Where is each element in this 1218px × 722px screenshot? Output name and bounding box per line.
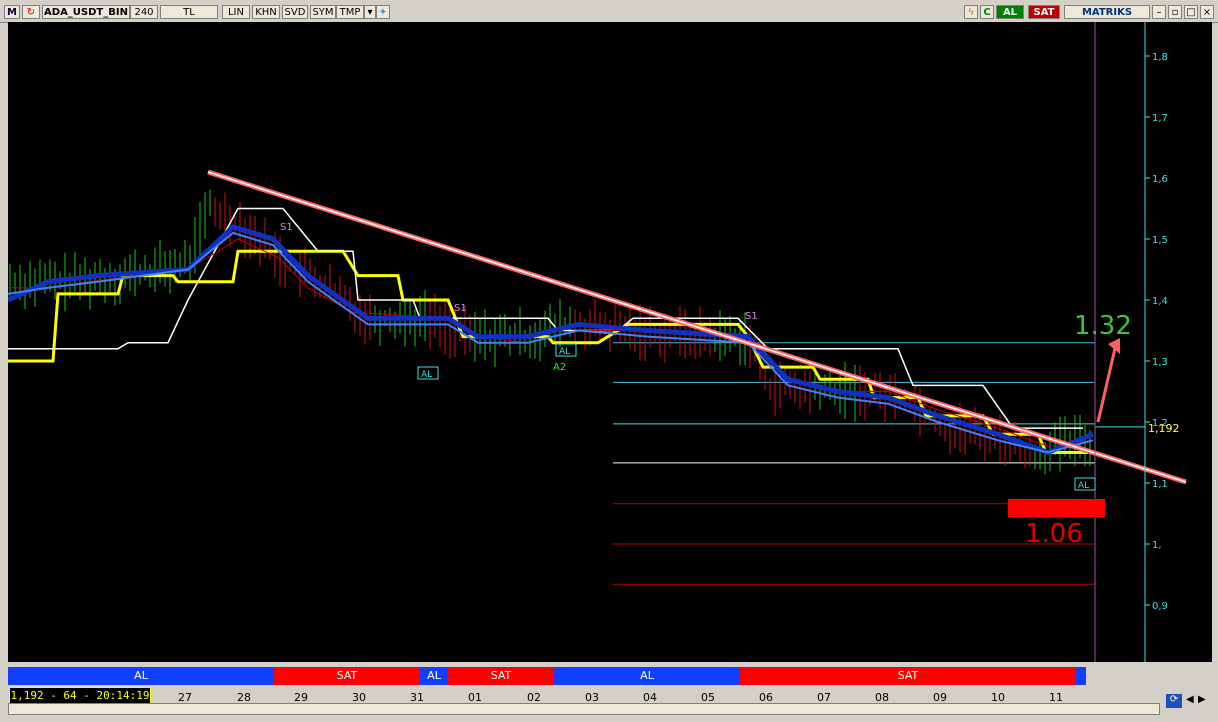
currency-field[interactable]: TL bbox=[160, 5, 218, 19]
chart-canvas[interactable]: 1,81,71,61,51,41,31,21,11,0,9 1,192 1.32… bbox=[6, 22, 1212, 662]
y-tick-label: 1,6 bbox=[1152, 174, 1168, 185]
strip-segment-buy: AL bbox=[554, 667, 740, 685]
sat-button[interactable]: SAT bbox=[1028, 5, 1060, 19]
refresh-icon[interactable]: ↻ bbox=[22, 5, 40, 19]
target-arrow bbox=[1096, 343, 1118, 423]
c-button[interactable]: C bbox=[980, 5, 994, 19]
al-marker-3-label: AL bbox=[1078, 481, 1089, 491]
lightning-icon[interactable]: ϟ bbox=[964, 5, 978, 19]
y-tick-label: 1,8 bbox=[1152, 52, 1168, 63]
y-tick-label: 1,7 bbox=[1152, 113, 1168, 124]
y-tick-label: 1,5 bbox=[1152, 235, 1168, 246]
horizontal-scrollbar[interactable] bbox=[8, 703, 1160, 715]
strip-segment-sell: SAT bbox=[448, 667, 554, 685]
lin-button[interactable]: LIN bbox=[222, 5, 250, 19]
stop-zone bbox=[1008, 499, 1105, 517]
strip-segment-buy: AL bbox=[420, 667, 448, 685]
white-band-line bbox=[8, 207, 1083, 429]
price-chart[interactable]: 1,8 1,7 1,6 1,5 1,4 1,3 1,2 1,1 1, 0,9 1,192 1.32… bbox=[6, 22, 1212, 662]
strip-segment-buy: AL bbox=[8, 667, 274, 685]
scroll-right-icon[interactable]: ▶ bbox=[1198, 694, 1208, 708]
matriks-logo: M bbox=[4, 5, 20, 19]
target-up-label: 1.32 bbox=[1074, 311, 1132, 341]
minimize-icon[interactable]: – bbox=[1152, 5, 1166, 19]
scroll-left-icon[interactable]: ◀ bbox=[1186, 694, 1196, 708]
y-tick-label: 1,4 bbox=[1152, 296, 1168, 307]
strip-segment-sell: SAT bbox=[274, 667, 420, 685]
y-tick-label: 1, bbox=[1152, 540, 1162, 551]
khn-button[interactable]: KHN bbox=[252, 5, 280, 19]
y-tick-label: 0,9 bbox=[1152, 601, 1168, 612]
twitter-icon[interactable]: ✦ bbox=[376, 5, 390, 19]
dropdown-icon[interactable]: ▾ bbox=[364, 5, 376, 19]
strip-segment-buy-end bbox=[1076, 667, 1086, 685]
y-tick-label: 1,1 bbox=[1152, 479, 1168, 490]
maximize-icon[interactable]: □ bbox=[1184, 5, 1198, 19]
tmp-button[interactable]: TMP bbox=[336, 5, 364, 19]
sym-button[interactable]: SYM bbox=[310, 5, 336, 19]
sync-icon[interactable]: ⟳ bbox=[1166, 694, 1182, 708]
strip-segment-sell: SAT bbox=[740, 667, 1076, 685]
restore-icon[interactable]: ▫ bbox=[1168, 5, 1182, 19]
signal-s1-1: S1 bbox=[280, 222, 293, 233]
al-marker-1-label: AL bbox=[421, 370, 432, 380]
svd-button[interactable]: SVD bbox=[282, 5, 308, 19]
al-button[interactable]: AL bbox=[996, 5, 1024, 19]
period-field[interactable]: 240 bbox=[130, 5, 158, 19]
signal-strip: AL SAT AL SAT AL SAT bbox=[8, 664, 1100, 688]
signal-s1-3: S1 bbox=[745, 311, 758, 322]
chart-toolbar: M ↻ ADA_USDT_BIN 240 TL LIN KHN SVD SYM … bbox=[0, 0, 1218, 23]
signal-s1-2: S1 bbox=[454, 303, 467, 314]
y-tick-label: 1,3 bbox=[1152, 357, 1168, 368]
symbol-field[interactable]: ADA_USDT_BIN bbox=[42, 5, 130, 19]
current-price-label: 1,192 bbox=[1148, 422, 1180, 435]
matriks-brand: MATRIKS bbox=[1064, 5, 1150, 19]
close-icon[interactable]: × bbox=[1200, 5, 1214, 19]
al-marker-2-label: AL bbox=[559, 347, 570, 357]
target-down-label: 1.06 bbox=[1025, 519, 1083, 549]
signal-a2: A2 bbox=[553, 362, 566, 373]
